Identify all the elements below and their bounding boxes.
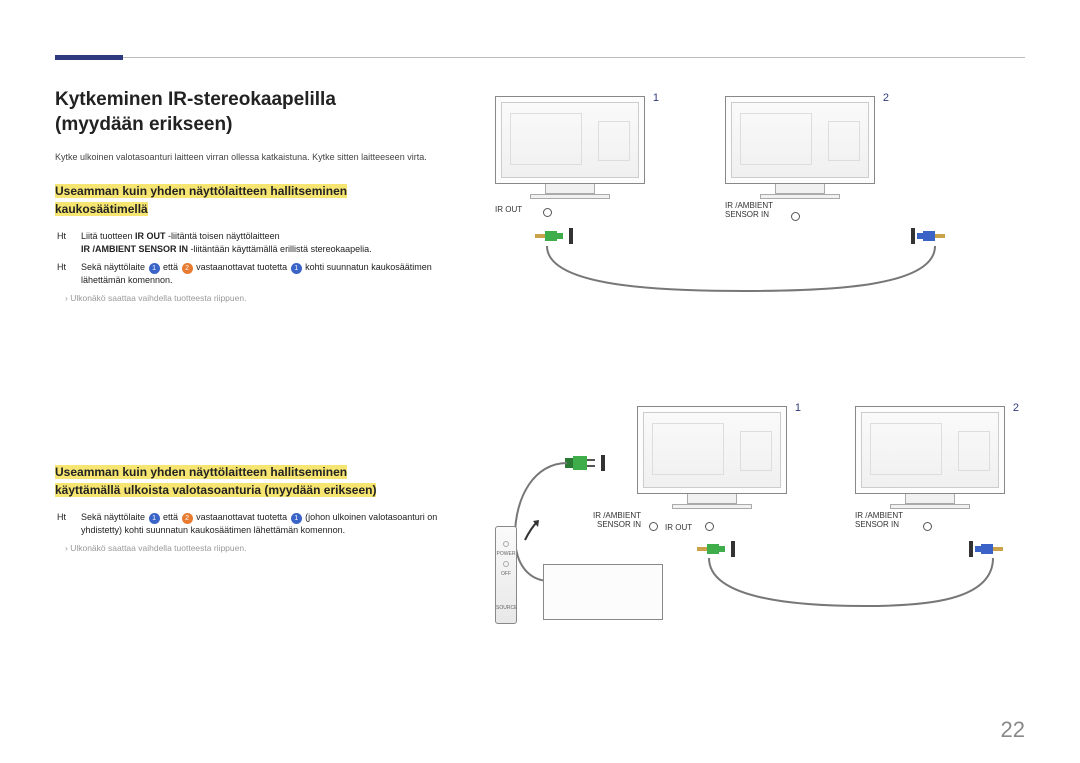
title-line-2: (myydään erikseen) — [55, 114, 232, 135]
section1-heading-line1: Useamman kuin yhden näyttölaitteen halli… — [55, 184, 347, 198]
section2: Useamman kuin yhden näyttölaitteen halli… — [55, 463, 455, 553]
left-column: Kytkeminen IR-stereokaapelilla (myydään … — [55, 88, 475, 666]
badge-1-icon: 1 — [291, 513, 302, 524]
section2-note: Ulkonäkö saattaa vaihdella tuotteesta ri… — [55, 543, 455, 553]
section1-step2: Ht Sekä näyttölaite 1 että 2 vastaanotta… — [55, 261, 455, 286]
badge-1-icon: 1 — [149, 263, 160, 274]
step-marker: Ht — [57, 230, 81, 255]
page-number: 22 — [1001, 717, 1025, 743]
header-rule — [55, 55, 1025, 60]
sensor-box-icon — [543, 564, 663, 620]
badge-1-icon: 1 — [149, 513, 160, 524]
step-marker: Ht — [57, 261, 81, 286]
diagram-2: 1 2 IR /AMBIENTSENSOR IN IR OUT IR /AMBI… — [475, 406, 1025, 666]
step-body: Sekä näyttölaite 1 että 2 vastaanottavat… — [81, 261, 455, 286]
section2-heading-line1: Useamman kuin yhden näyttölaitteen halli… — [55, 465, 347, 479]
badge-2-icon: 2 — [182, 263, 193, 274]
badge-1-icon: 1 — [291, 263, 302, 274]
section1-step1: Ht Liitä tuotteen IR OUT -liitäntä toise… — [55, 230, 455, 255]
step-body: Liitä tuotteen IR OUT -liitäntä toisen n… — [81, 230, 372, 255]
arrow-icon — [521, 518, 541, 542]
title-line-1: Kytkeminen IR-stereokaapelilla — [55, 89, 336, 110]
page-title: Kytkeminen IR-stereokaapelilla (myydään … — [55, 88, 455, 137]
section1-note: Ulkonäkö saattaa vaihdella tuotteesta ri… — [55, 293, 455, 303]
diagram-1: 1 2 IR OUT IR /AMBIENTSENSOR IN — [475, 96, 1025, 306]
remote-control-icon: POWER OFF SOURCE — [495, 526, 517, 624]
section1-heading-line2: kaukosäätimellä — [55, 202, 148, 216]
section2-heading-line2: käyttämällä ulkoista valotasoanturia (my… — [55, 483, 376, 497]
step-body: Sekä näyttölaite 1 että 2 vastaanottavat… — [81, 511, 455, 536]
section1-heading: Useamman kuin yhden näyttölaitteen halli… — [55, 182, 455, 219]
badge-2-icon: 2 — [182, 513, 193, 524]
step-marker: Ht — [57, 511, 81, 536]
rule-accent — [55, 55, 123, 60]
right-column: 1 2 IR OUT IR /AMBIENTSENSOR IN — [475, 88, 1025, 666]
page-columns: Kytkeminen IR-stereokaapelilla (myydään … — [55, 88, 1025, 666]
rule-line — [123, 57, 1025, 58]
section2-step1: Ht Sekä näyttölaite 1 että 2 vastaanotta… — [55, 511, 455, 536]
section2-heading: Useamman kuin yhden näyttölaitteen halli… — [55, 463, 455, 500]
cable-icon — [475, 96, 1035, 306]
intro-text: Kytke ulkoinen valotasoanturi laitteen v… — [55, 151, 455, 163]
